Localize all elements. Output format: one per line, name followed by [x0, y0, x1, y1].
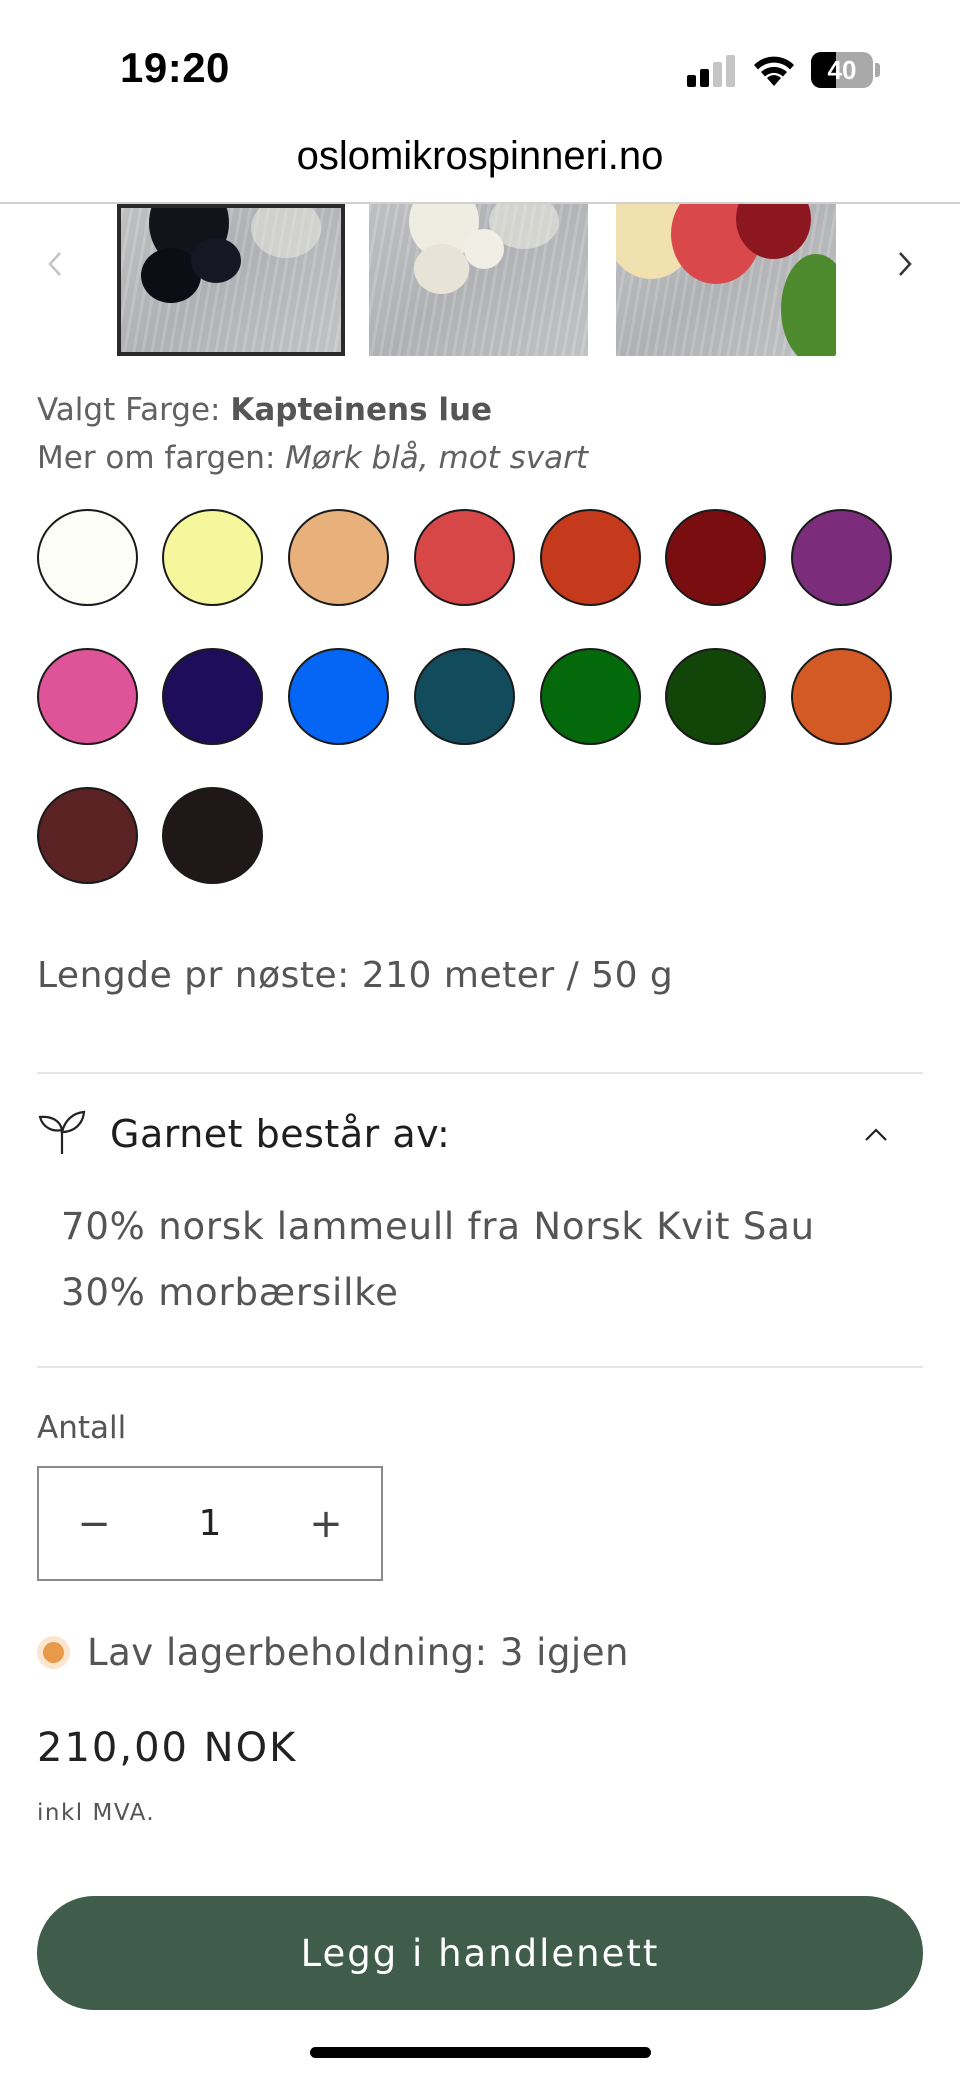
quantity-stepper: − 1 + [37, 1466, 383, 1581]
battery-level: 40 [827, 55, 857, 85]
add-to-cart-button[interactable]: Legg i handlenett [37, 1896, 923, 2010]
stock-status: Lav lagerbeholdning: 3 igjen [37, 1630, 629, 1674]
chevron-up-icon [865, 1128, 887, 1141]
quantity-label: Antall [37, 1410, 127, 1446]
leaf-icon [38, 1110, 86, 1154]
white-yarn-thumbnail[interactable] [369, 204, 588, 356]
battery-tip [875, 63, 880, 77]
composition-line: 70% norsk lammeull fra Norsk Kvit Sau [61, 1205, 815, 1248]
color-swatch[interactable] [414, 509, 515, 606]
quantity-decrease-button[interactable]: − [39, 1468, 149, 1579]
stock-text: Lav lagerbeholdning: 3 igjen [87, 1630, 629, 1674]
selected-color-value: Kapteinens lue [230, 392, 493, 428]
color-swatch[interactable] [665, 509, 766, 606]
color-swatch[interactable] [791, 509, 892, 606]
skein-length: Lengde pr nøste: 210 meter / 50 g [37, 955, 674, 996]
multicolor-yarn-thumbnail[interactable] [616, 204, 836, 356]
wifi-icon [754, 56, 794, 86]
chevron-right-icon [899, 252, 912, 276]
cellular-signal-icon [687, 53, 737, 87]
tax-note: inkl MVA. [37, 1800, 156, 1826]
color-swatch[interactable] [665, 648, 766, 745]
url-domain[interactable]: oslomikrospinneri.no [0, 134, 960, 179]
color-swatch[interactable] [162, 509, 263, 606]
home-indicator [310, 2047, 651, 2058]
chevron-left-icon [48, 252, 61, 276]
status-icons: 40 [687, 50, 880, 90]
carousel-prev-button[interactable] [30, 234, 80, 294]
stock-indicator-icon [37, 1635, 70, 1669]
product-price: 210,00 NOK [37, 1725, 298, 1771]
color-description-line: Mer om fargen: Mørk blå, mot svart [37, 440, 588, 476]
color-swatch[interactable] [162, 648, 263, 745]
color-swatch[interactable] [288, 648, 389, 745]
composition-line: 30% morbærsilke [61, 1271, 399, 1314]
color-swatch[interactable] [37, 787, 138, 884]
color-swatch[interactable] [162, 787, 263, 884]
battery-icon: 40 [811, 52, 873, 88]
carousel-next-button[interactable] [880, 234, 930, 294]
status-bar: 19:20 40 [0, 0, 960, 120]
quantity-increase-button[interactable]: + [271, 1468, 381, 1579]
accordion-title: Garnet består av: [110, 1112, 451, 1156]
selected-color-label: Valgt Farge: [37, 392, 231, 428]
color-swatch[interactable] [37, 509, 138, 606]
color-description-label: Mer om fargen: [37, 440, 286, 476]
divider-top [37, 1072, 923, 1074]
color-swatch[interactable] [540, 648, 641, 745]
selected-color-line: Valgt Farge: Kapteinens lue [37, 392, 492, 428]
navy-yarn-thumbnail[interactable] [117, 204, 345, 356]
color-swatch[interactable] [37, 648, 138, 745]
divider-bottom [37, 1366, 923, 1368]
color-swatch[interactable] [288, 509, 389, 606]
color-swatch[interactable] [414, 648, 515, 745]
quantity-input[interactable]: 1 [149, 1468, 271, 1579]
status-time: 19:20 [120, 44, 230, 91]
product-image-carousel [0, 204, 960, 360]
color-swatch[interactable] [791, 648, 892, 745]
color-swatch[interactable] [540, 509, 641, 606]
color-description-value: Mørk blå, mot svart [285, 440, 589, 476]
browser-url-bar[interactable]: oslomikrospinneri.no [0, 120, 960, 204]
composition-accordion-toggle[interactable]: Garnet består av: [37, 1104, 923, 1164]
